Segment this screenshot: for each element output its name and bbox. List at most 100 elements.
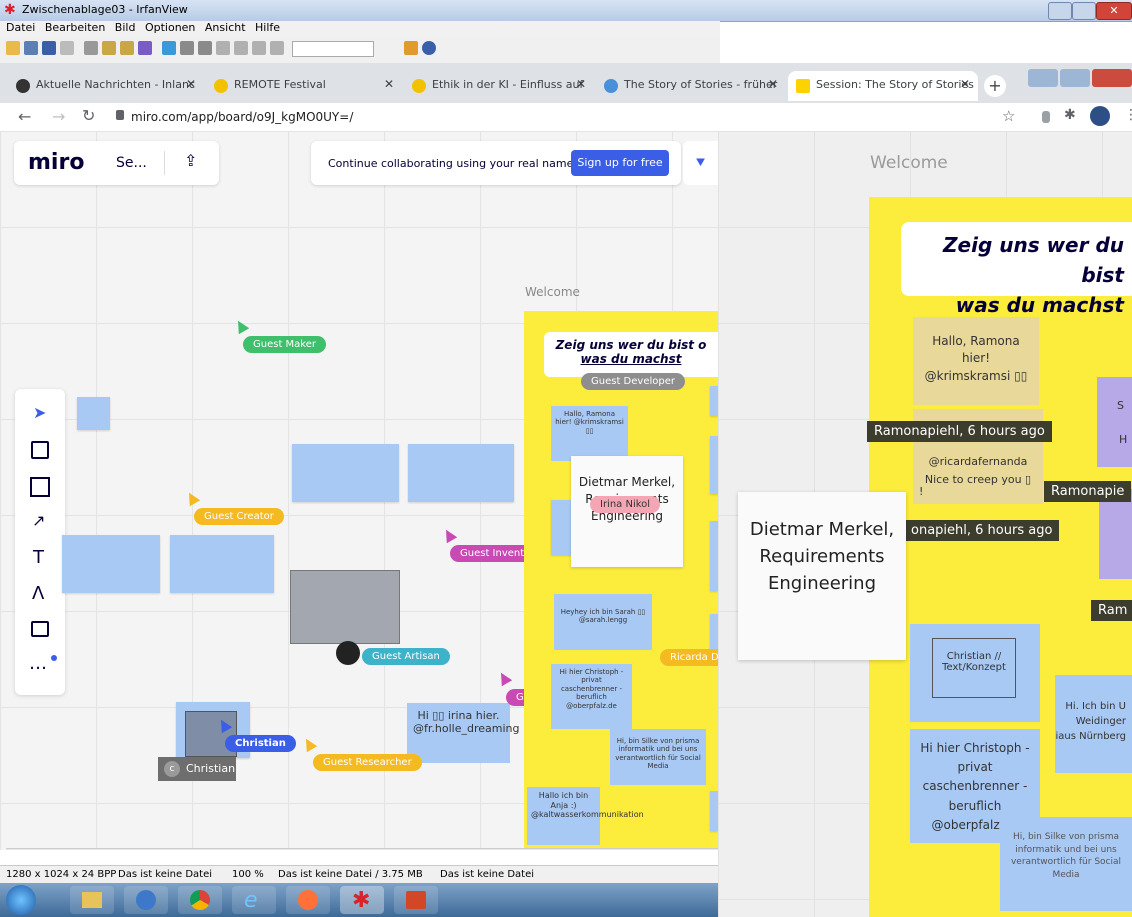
zoom-welcome-frame[interactable]: Zeig uns wer du bist was du machst Hallo… (867, 197, 1132, 917)
rotate-left-icon[interactable] (252, 41, 266, 55)
sticky-note[interactable] (710, 614, 718, 654)
thumbnails-icon[interactable] (24, 41, 38, 55)
delete-icon[interactable] (60, 41, 74, 55)
sticky-note-sarah[interactable]: Heyhey ich bin Sarah ▯▯ @sarah.lengg (554, 594, 652, 650)
sticky-note-ramona[interactable]: Hallo, Ramona hier! @krimskramsi ▯▯ (551, 406, 628, 461)
sticky-note-irina[interactable]: Hi ▯▯ irina hier. @fr.holle_dreaming (407, 703, 519, 763)
sticky-note[interactable] (710, 521, 718, 591)
next-icon[interactable] (234, 41, 248, 55)
rectangle-tool-icon[interactable] (30, 477, 50, 497)
menu-bearbeiten[interactable]: Bearbeiten (45, 21, 105, 34)
chrome-minimize-button[interactable] (1028, 69, 1058, 87)
url-input[interactable]: miro.com/app/board/o9J_kgMO0UY=/ (113, 107, 731, 130)
tab-close-icon[interactable]: ✕ (186, 77, 196, 91)
back-icon[interactable]: ← (18, 107, 31, 126)
prev-icon[interactable] (216, 41, 230, 55)
irfanview-taskbar-icon[interactable]: ✱ (340, 886, 384, 914)
extensions-puzzle-icon[interactable]: ✱ (1064, 107, 1076, 123)
browser-menu-icon[interactable]: ⋮ (1124, 107, 1132, 123)
comment-tool-icon[interactable] (31, 621, 49, 637)
star-icon[interactable]: ☆ (1002, 107, 1015, 125)
powerpoint-taskbar-icon[interactable] (394, 886, 438, 914)
grey-image-card[interactable] (290, 570, 400, 644)
presentation-icon[interactable]: ⯆ (683, 141, 718, 185)
undo-icon[interactable] (138, 41, 152, 55)
sticky-note-christoph[interactable]: Hi hier Christoph - privat caschenbrenne… (551, 664, 632, 729)
zoom-ramona-note[interactable]: Hallo, Ramona hier! @krimskramsi ▯▯ (913, 317, 1039, 405)
zoom-side-note-s[interactable]: S H (1097, 377, 1132, 467)
start-button-icon[interactable] (6, 885, 36, 915)
more-tools-icon[interactable]: … (29, 653, 47, 674)
zoom-side-note[interactable] (1099, 489, 1132, 579)
help-icon[interactable] (422, 41, 436, 55)
sticky-note[interactable] (710, 436, 718, 494)
welcome-frame[interactable]: Zeig uns wer du bist o was du machst Gue… (524, 311, 718, 850)
tab-close-icon[interactable]: ✕ (768, 77, 778, 91)
firefox-taskbar-icon[interactable] (286, 886, 330, 914)
profile-avatar[interactable] (1090, 106, 1110, 126)
zoom-weidinger-note[interactable]: Hi. Ich bin U Weidinger iaus Nürnberg (1055, 675, 1132, 773)
zoom-christian-note[interactable]: Christian // Text/Konzept (910, 624, 1040, 722)
minimize-button[interactable] (1048, 2, 1072, 20)
chrome-taskbar-icon[interactable] (178, 886, 222, 914)
cut-icon[interactable] (84, 41, 98, 55)
menu-optionen[interactable]: Optionen (145, 21, 195, 34)
sticky-note-tool-icon[interactable] (31, 441, 49, 459)
miro-canvas[interactable]: miro Se... ⇪ Continue collaborating usin… (0, 131, 718, 850)
tab-close-icon[interactable]: ✕ (384, 77, 394, 91)
copy-icon[interactable] (102, 41, 116, 55)
signup-button[interactable]: Sign up for free (571, 150, 669, 176)
zoom-in-icon[interactable] (180, 41, 194, 55)
sticky-note[interactable] (62, 535, 160, 593)
open-icon[interactable] (6, 41, 20, 55)
close-button[interactable]: ✕ (1096, 2, 1132, 20)
thunderbird-taskbar-icon[interactable] (124, 886, 168, 914)
chrome-close-button[interactable] (1092, 69, 1132, 87)
maximize-button[interactable] (1072, 2, 1096, 20)
text-tool-icon[interactable]: T (33, 547, 44, 568)
zoomed-board-view[interactable]: Welcome Zeig uns wer du bist was du mach… (718, 131, 1132, 917)
save-icon[interactable] (42, 41, 56, 55)
menu-ansicht[interactable]: Ansicht (205, 21, 246, 34)
board-title[interactable]: Se... (116, 155, 147, 171)
sticky-note[interactable] (170, 535, 274, 593)
explorer-taskbar-icon[interactable] (70, 886, 114, 914)
ie-taskbar-icon[interactable]: e (232, 886, 276, 914)
zoom-dietmar-card[interactable]: Dietmar Merkel, Requirements Engineering (738, 492, 906, 660)
sticky-note[interactable] (77, 397, 110, 430)
forward-icon[interactable]: → (52, 107, 65, 126)
menu-bild[interactable]: Bild (115, 21, 136, 34)
sticky-note[interactable] (292, 444, 399, 502)
tab-close-icon[interactable]: ✕ (960, 77, 970, 91)
info-icon[interactable] (162, 41, 176, 55)
select-tool-icon[interactable]: ➤ (33, 403, 46, 422)
sticky-note[interactable] (710, 386, 718, 416)
new-tab-button[interactable]: + (984, 75, 1006, 97)
arrow-tool-icon[interactable]: ↗ (32, 511, 45, 530)
tab-story-of-stories[interactable]: The Story of Stories - früher ✕ (596, 71, 786, 101)
zoom-silke-note[interactable]: Hi, bin Silke von prisma informatik und … (1000, 817, 1132, 911)
tab-close-icon[interactable]: ✕ (576, 77, 586, 91)
paste-icon[interactable] (120, 41, 134, 55)
menu-datei[interactable]: Datei (6, 21, 35, 34)
horizontal-scrollbar[interactable] (6, 848, 718, 850)
pen-tool-icon[interactable]: Λ (32, 583, 44, 604)
share-upload-icon[interactable]: ⇪ (184, 151, 197, 170)
tab-ethik-ki[interactable]: Ethik in der KI - Einfluss auf ✕ (404, 71, 594, 101)
sticky-note[interactable] (710, 791, 718, 831)
extension-shield-icon[interactable] (1042, 111, 1050, 123)
page-input[interactable] (292, 41, 374, 57)
tab-remote-festival[interactable]: REMOTE Festival ✕ (206, 71, 402, 101)
rotate-right-icon[interactable] (270, 41, 284, 55)
sticky-note[interactable] (408, 444, 514, 502)
tab-aktuelle-nachrichten[interactable]: Aktuelle Nachrichten - Inlanc ✕ (8, 71, 204, 101)
menu-hilfe[interactable]: Hilfe (255, 21, 280, 34)
chrome-maximize-button[interactable] (1060, 69, 1090, 87)
reload-icon[interactable]: ↻ (82, 106, 95, 125)
settings-icon[interactable] (404, 41, 418, 55)
tab-session-story[interactable]: Session: The Story of Stories ✕ (788, 71, 978, 101)
sticky-note-anja[interactable]: Hallo ich bin Anja :) @kaltwasserkommuni… (527, 787, 644, 845)
miro-logo[interactable]: miro (28, 150, 84, 175)
zoom-out-icon[interactable] (198, 41, 212, 55)
sticky-note-silke[interactable]: Hi, bin Silke von prisma informatik und … (610, 729, 706, 785)
